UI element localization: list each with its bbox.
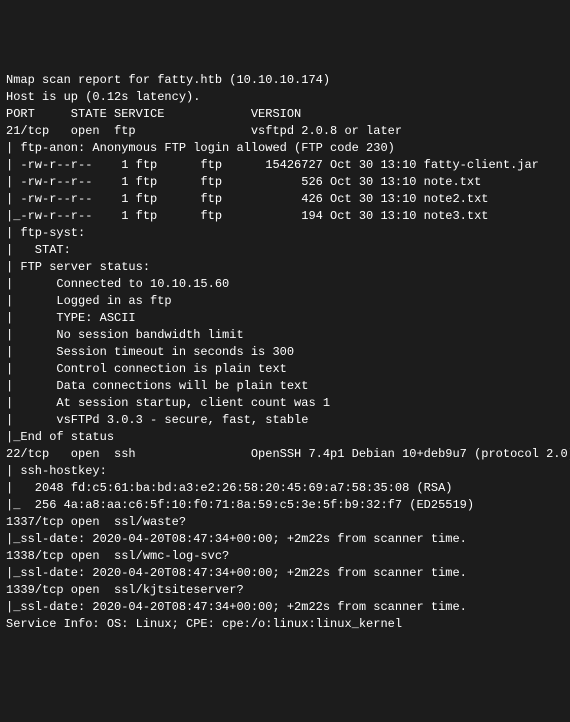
output-line: | Logged in as ftp <box>6 293 564 310</box>
output-line: | Connected to 10.10.15.60 <box>6 276 564 293</box>
output-line: | TYPE: ASCII <box>6 310 564 327</box>
output-line: |_ssl-date: 2020-04-20T08:47:34+00:00; +… <box>6 565 564 582</box>
output-line: | FTP server status: <box>6 259 564 276</box>
output-line: 21/tcp open ftp vsftpd 2.0.8 or later <box>6 123 564 140</box>
output-line: 1338/tcp open ssl/wmc-log-svc? <box>6 548 564 565</box>
output-line: | ftp-syst: <box>6 225 564 242</box>
output-line: | At session startup, client count was 1 <box>6 395 564 412</box>
output-line: | Session timeout in seconds is 300 <box>6 344 564 361</box>
output-line: |_ssl-date: 2020-04-20T08:47:34+00:00; +… <box>6 531 564 548</box>
output-line: |_ 256 4a:a8:aa:c6:5f:10:f0:71:8a:59:c5:… <box>6 497 564 514</box>
output-line: | ftp-anon: Anonymous FTP login allowed … <box>6 140 564 157</box>
host-status: Host is up (0.12s latency). <box>6 89 564 106</box>
output-line: |_End of status <box>6 429 564 446</box>
output-line: Service Info: OS: Linux; CPE: cpe:/o:lin… <box>6 616 564 633</box>
port-header: PORT STATE SERVICE VERSION <box>6 106 564 123</box>
output-line: |_-rw-r--r-- 1 ftp ftp 194 Oct 30 13:10 … <box>6 208 564 225</box>
output-line: | Data connections will be plain text <box>6 378 564 395</box>
output-line: | -rw-r--r-- 1 ftp ftp 426 Oct 30 13:10 … <box>6 191 564 208</box>
output-line: | vsFTPd 3.0.3 - secure, fast, stable <box>6 412 564 429</box>
output-line: | 2048 fd:c5:61:ba:bd:a3:e2:26:58:20:45:… <box>6 480 564 497</box>
output-line: | Control connection is plain text <box>6 361 564 378</box>
output-line: | -rw-r--r-- 1 ftp ftp 15426727 Oct 30 1… <box>6 157 564 174</box>
output-line: 1337/tcp open ssl/waste? <box>6 514 564 531</box>
output-line: 22/tcp open ssh OpenSSH 7.4p1 Debian 10+… <box>6 446 564 463</box>
output-line: | ssh-hostkey: <box>6 463 564 480</box>
output-line: | -rw-r--r-- 1 ftp ftp 526 Oct 30 13:10 … <box>6 174 564 191</box>
output-line: | STAT: <box>6 242 564 259</box>
output-line: 1339/tcp open ssl/kjtsiteserver? <box>6 582 564 599</box>
report-title: Nmap scan report for fatty.htb (10.10.10… <box>6 72 564 89</box>
output-line: |_ssl-date: 2020-04-20T08:47:34+00:00; +… <box>6 599 564 616</box>
output-line: | No session bandwidth limit <box>6 327 564 344</box>
